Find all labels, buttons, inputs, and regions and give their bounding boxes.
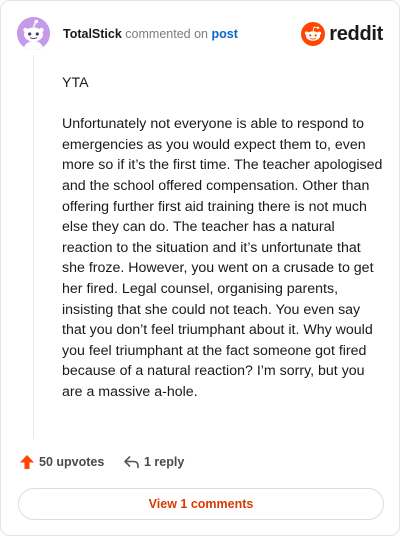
comment-paragraph: Unfortunately not everyone is able to re… (62, 116, 383, 400)
reply-count: 1 reply (144, 455, 185, 469)
reddit-logo-icon (301, 22, 326, 46)
snoo-avatar-icon[interactable] (17, 17, 50, 50)
comment-paragraph: YTA (62, 75, 89, 91)
reply-arrow-icon (124, 456, 139, 469)
username-link[interactable]: TotalStick (63, 27, 122, 41)
comment-actions: 50 upvotes 1 reply (19, 453, 381, 475)
reddit-brand[interactable]: reddit (301, 21, 383, 47)
comment-meta: TotalStick commented on post (63, 27, 238, 41)
reply-button[interactable]: 1 reply (123, 454, 184, 470)
comment-card: TotalStick commented on post reddit YTA … (0, 0, 400, 536)
comment-body: YTA Unfortunately not everyone is able t… (62, 73, 384, 423)
thread-line[interactable] (33, 55, 34, 439)
upvote-count: 50 upvotes (39, 455, 105, 469)
upvote-arrow-icon (20, 455, 34, 469)
view-comments-label: View 1 comments (148, 497, 254, 511)
upvote-button[interactable]: 50 upvotes (19, 454, 104, 470)
view-comments-button[interactable]: View 1 comments (18, 488, 384, 520)
comment-header: TotalStick commented on post reddit (17, 17, 383, 53)
post-link[interactable]: post (211, 27, 237, 41)
reddit-wordmark: reddit (329, 22, 383, 45)
commented-on-text: commented on (125, 27, 208, 41)
